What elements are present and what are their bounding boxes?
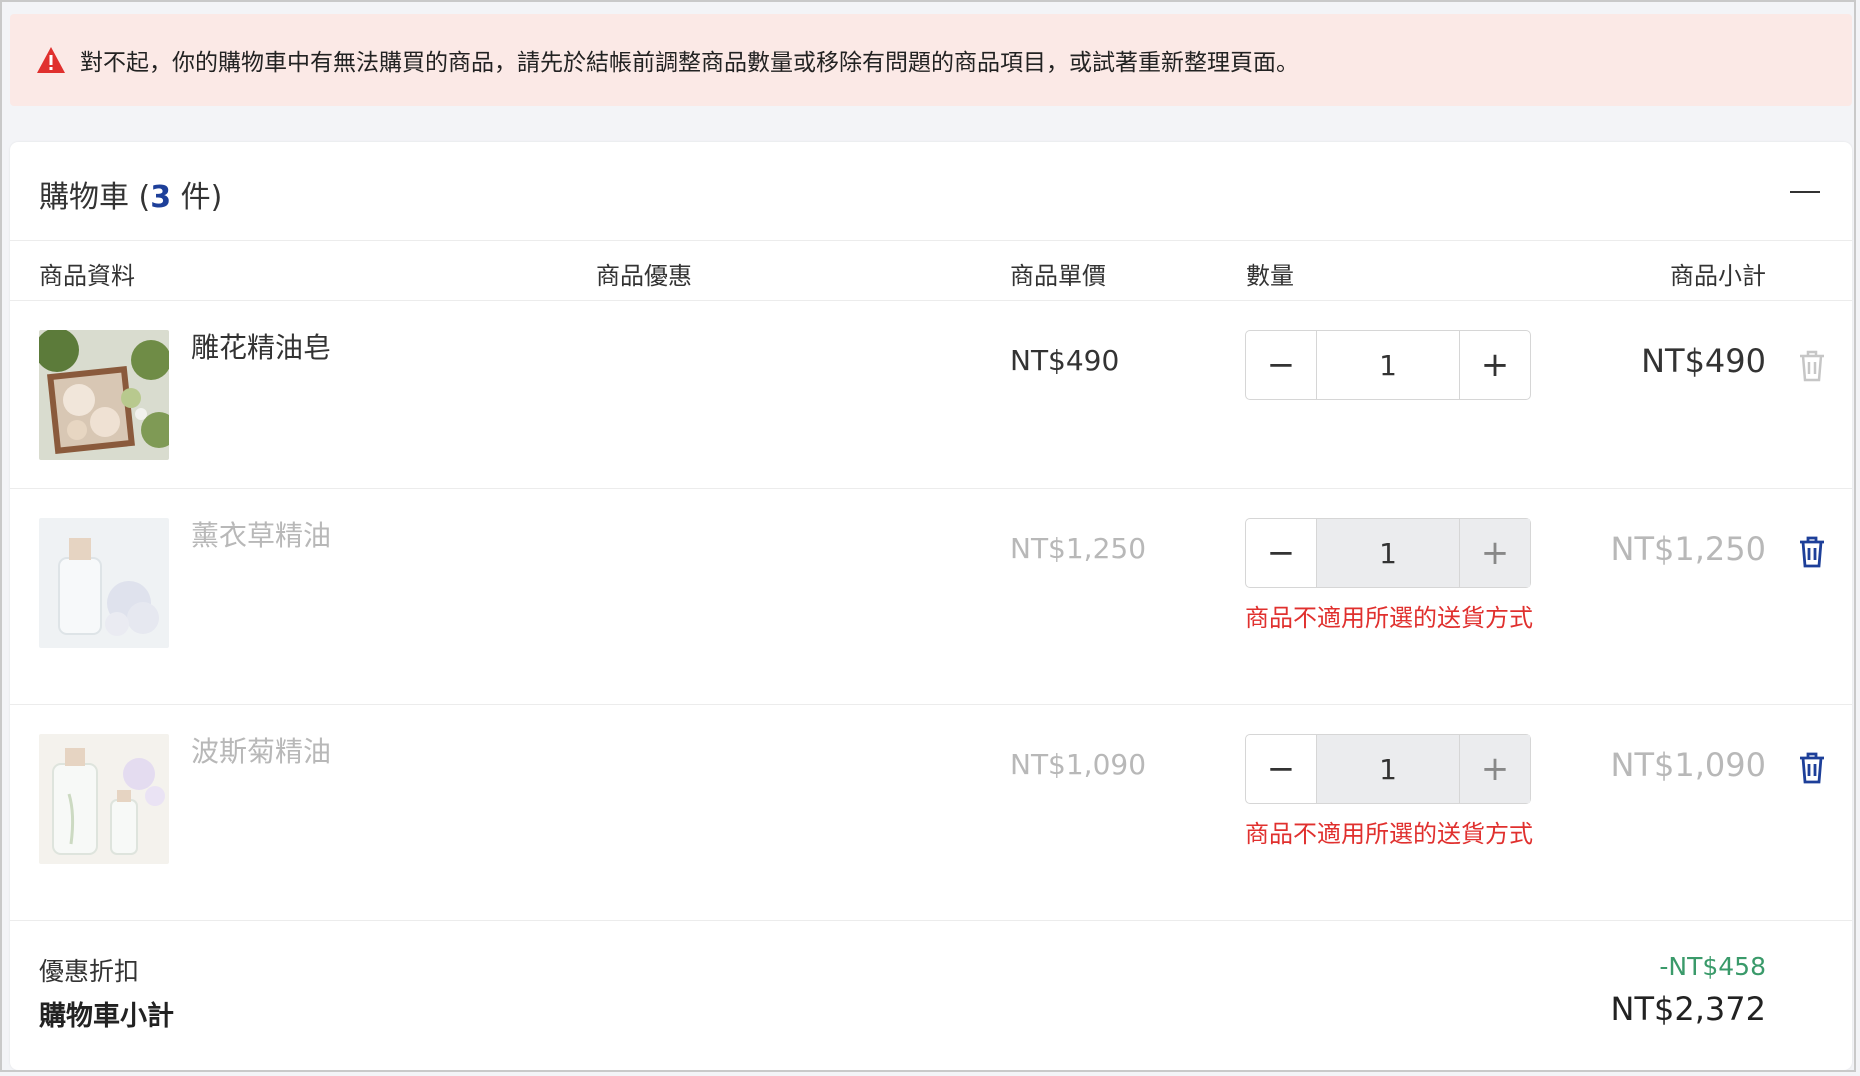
- col-header-unit-price: 商品單價: [1010, 262, 1106, 290]
- cart-row: 波斯菊精油 NT$1,090 − 1 + 商品不適用所選的送貨方式 NT$1,0…: [10, 704, 1852, 921]
- item-error-message: 商品不適用所選的送貨方式: [1245, 604, 1533, 632]
- decrease-quantity-button[interactable]: −: [1246, 519, 1316, 587]
- cart-subtotal-label: 購物車小計: [39, 1001, 174, 1032]
- unit-price: NT$490: [1010, 344, 1120, 377]
- discount-label: 優惠折扣: [39, 957, 140, 986]
- unit-price: NT$1,090: [1010, 748, 1147, 781]
- col-header-info: 商品資料: [39, 262, 135, 290]
- quantity-value[interactable]: 1: [1316, 519, 1460, 587]
- cart-title: 購物車 (3 件): [39, 172, 222, 216]
- cart-row: 薰衣草精油 NT$1,250 − 1 + 商品不適用所選的送貨方式 NT$1,2…: [10, 488, 1852, 705]
- collapse-button[interactable]: [1790, 186, 1820, 198]
- cart-title-suffix: 件): [171, 180, 223, 215]
- increase-quantity-button[interactable]: +: [1460, 519, 1530, 587]
- decrease-quantity-button[interactable]: −: [1246, 331, 1316, 399]
- product-name[interactable]: 波斯菊精油: [191, 730, 331, 770]
- quantity-stepper: − 1 +: [1245, 518, 1531, 588]
- page-frame: 對不起，你的購物車中有無法購買的商品，請先於結帳前調整商品數量或移除有問題的商品…: [0, 0, 1856, 1072]
- col-header-promo: 商品優惠: [596, 262, 692, 290]
- product-name[interactable]: 雕花精油皂: [191, 326, 331, 366]
- quantity-value[interactable]: 1: [1316, 735, 1460, 803]
- cart-subtotal-value: NT$2,372: [1610, 990, 1766, 1028]
- item-subtotal: NT$490: [1641, 342, 1766, 380]
- increase-quantity-button[interactable]: +: [1460, 331, 1530, 399]
- unit-price: NT$1,250: [1010, 532, 1147, 565]
- cart-title-prefix: 購物車 (: [39, 180, 151, 215]
- alert-message: 對不起，你的購物車中有無法購買的商品，請先於結帳前調整商品數量或移除有問題的商品…: [80, 50, 1299, 76]
- col-header-quantity: 數量: [1246, 262, 1294, 290]
- cart-card: 購物車 (3 件) 商品資料 商品優惠 商品單價 數量 商品小計 雕花精油皂 N…: [10, 142, 1852, 1070]
- increase-quantity-button[interactable]: +: [1460, 735, 1530, 803]
- trash-icon[interactable]: [1798, 350, 1826, 382]
- product-name[interactable]: 薰衣草精油: [191, 514, 331, 554]
- product-image[interactable]: [39, 330, 169, 460]
- error-alert: 對不起，你的購物車中有無法購買的商品，請先於結帳前調整商品數量或移除有問題的商品…: [10, 14, 1852, 106]
- item-subtotal: NT$1,250: [1610, 530, 1766, 568]
- col-header-subtotal: 商品小計: [1670, 262, 1766, 290]
- discount-value: -NT$458: [1659, 952, 1766, 981]
- quantity-value[interactable]: 1: [1316, 331, 1460, 399]
- table-header: 商品資料 商品優惠 商品單價 數量 商品小計: [10, 240, 1852, 301]
- item-subtotal: NT$1,090: [1610, 746, 1766, 784]
- quantity-stepper: − 1 +: [1245, 734, 1531, 804]
- trash-icon[interactable]: [1798, 752, 1826, 784]
- trash-icon[interactable]: [1798, 536, 1826, 568]
- warning-triangle-icon: [37, 47, 65, 73]
- minus-icon: [1790, 191, 1820, 193]
- item-error-message: 商品不適用所選的送貨方式: [1245, 820, 1533, 848]
- product-image[interactable]: [39, 518, 169, 648]
- cart-row: 雕花精油皂 NT$490 − 1 + NT$490: [10, 300, 1852, 489]
- cart-item-count: 3: [150, 180, 172, 215]
- cart-header: 購物車 (3 件): [10, 142, 1852, 241]
- product-image[interactable]: [39, 734, 169, 864]
- decrease-quantity-button[interactable]: −: [1246, 735, 1316, 803]
- quantity-stepper: − 1 +: [1245, 330, 1531, 400]
